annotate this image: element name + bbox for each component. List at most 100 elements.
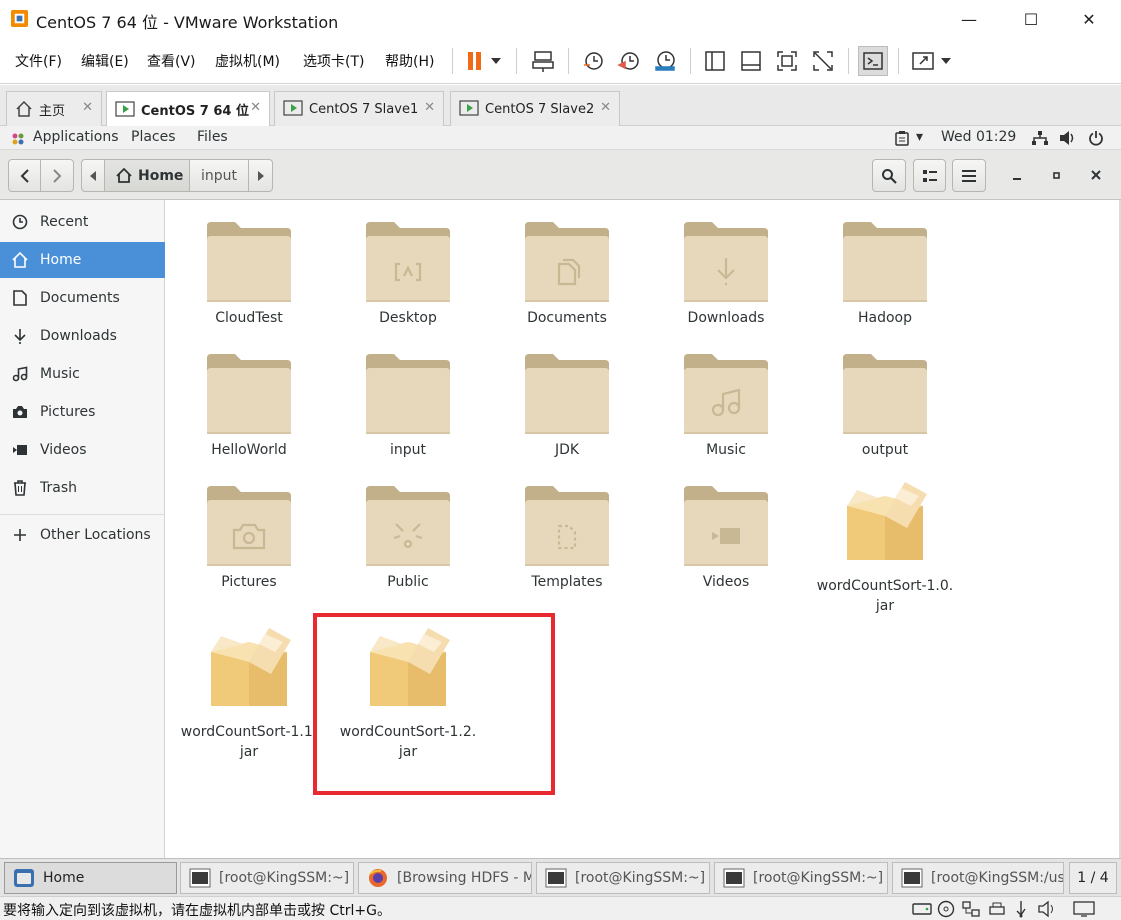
file-item[interactable]: wordCountSort-1.0. jar [810, 476, 960, 616]
folder-item[interactable]: Documents [492, 218, 642, 328]
power-icon[interactable] [1088, 130, 1104, 146]
sidebar-item-other-locations[interactable]: Other Locations [0, 517, 165, 553]
path-scroll-right-button[interactable] [248, 159, 273, 192]
full-screen-icon[interactable] [772, 46, 802, 76]
sidebar-item-documents[interactable]: Documents [0, 280, 165, 316]
menu-button[interactable] [952, 159, 986, 192]
stretch-guest-icon[interactable] [908, 46, 938, 76]
folder-item[interactable]: Music [651, 350, 801, 460]
usb-icon[interactable] [1013, 900, 1029, 918]
sidebar-item-downloads[interactable]: Downloads [0, 318, 165, 354]
revert-snapshot-icon[interactable] [614, 46, 644, 76]
folder-item[interactable]: Public [333, 482, 483, 592]
clipboard-dropdown-icon[interactable]: ▾ [916, 129, 923, 145]
maximize-button[interactable]: ☐ [1008, 0, 1054, 38]
stretch-dropdown-icon[interactable] [936, 46, 956, 76]
minimize-button[interactable]: — [946, 0, 992, 38]
menu-help[interactable]: 帮助(H) [385, 51, 434, 71]
sidebar-item-videos[interactable]: Videos [0, 432, 165, 468]
show-library-icon[interactable] [700, 46, 730, 76]
folder-item[interactable]: Desktop [333, 218, 483, 328]
file-name-label: Music [706, 442, 746, 458]
taskbar-item-firefox[interactable]: [Browsing HDFS - M... [358, 862, 532, 894]
folder-item[interactable]: JDK [492, 350, 642, 460]
forward-button[interactable] [40, 159, 74, 192]
close-window-button[interactable]: ✕ [1066, 0, 1112, 38]
snapshot-icon[interactable] [578, 46, 608, 76]
thumbnail-bar-icon[interactable] [736, 46, 766, 76]
tab-centos-7-slave2[interactable]: CentOS 7 Slave2 ✕ [450, 91, 620, 126]
folder-item[interactable]: Hadoop [810, 218, 960, 328]
taskbar-item-terminal[interactable]: [root@KingSSM:~] [180, 862, 354, 894]
folder-item[interactable]: Pictures [174, 482, 324, 592]
unity-icon[interactable] [808, 46, 838, 76]
network-icon[interactable] [1031, 130, 1049, 146]
tab-centos-7[interactable]: CentOS 7 64 位 ✕ [106, 91, 270, 127]
package-icon [211, 628, 291, 706]
search-button[interactable] [872, 159, 906, 192]
plus-icon [14, 529, 26, 541]
folder-item[interactable]: Downloads [651, 218, 801, 328]
window-close-button[interactable] [1087, 166, 1105, 184]
folder-item[interactable]: Videos [651, 482, 801, 592]
sidebar-item-recent[interactable]: Recent [0, 204, 165, 240]
window-maximize-button[interactable] [1047, 166, 1065, 184]
terminal-icon [545, 868, 567, 888]
folder-item[interactable]: output [810, 350, 960, 460]
clipboard-icon[interactable] [895, 131, 909, 146]
terminal-icon [723, 868, 745, 888]
cd-dvd-icon[interactable] [937, 900, 955, 918]
applications-menu[interactable]: Applications [33, 129, 119, 145]
path-segment: Home [138, 167, 184, 184]
files-menu[interactable]: Files [197, 129, 228, 145]
path-scroll-left-button[interactable] [81, 159, 105, 192]
sidebar-item-music[interactable]: Music [0, 356, 165, 392]
file-item[interactable]: wordCountSort-1.1. jar [174, 622, 324, 762]
clock[interactable]: Wed 01:29 [941, 129, 1016, 145]
folder-item[interactable]: CloudTest [174, 218, 324, 328]
close-icon[interactable]: ✕ [424, 100, 435, 115]
file-name-label: Public [387, 574, 429, 590]
folder-item[interactable]: Templates [492, 482, 642, 592]
path-home-button[interactable]: Home [104, 159, 190, 192]
taskbar-item-terminal[interactable]: [root@KingSSM:~] [536, 862, 710, 894]
close-icon[interactable]: ✕ [600, 100, 611, 115]
file-name-label: wordCountSort-1.0. jar [816, 578, 954, 614]
sidebar-item-pictures[interactable]: Pictures [0, 394, 165, 430]
path-input-button[interactable]: input [189, 159, 249, 192]
taskbar-item-home[interactable]: Home [4, 862, 177, 894]
volume-icon[interactable] [1059, 130, 1077, 146]
console-view-icon[interactable] [858, 46, 888, 76]
taskbar-item-terminal[interactable]: [root@KingSSM:/usr... [892, 862, 1064, 894]
file-name-label: HelloWorld [211, 442, 287, 458]
power-dropdown-icon[interactable] [486, 46, 506, 76]
folder-item[interactable]: input [333, 350, 483, 460]
menu-edit[interactable]: 编辑(E) [81, 51, 129, 71]
folder-item[interactable]: HelloWorld [174, 350, 324, 460]
workspace-switcher[interactable]: 1 / 4 [1069, 862, 1117, 894]
menu-file[interactable]: 文件(F) [15, 51, 62, 71]
close-icon[interactable]: ✕ [250, 100, 261, 115]
taskbar-item-label: [Browsing HDFS - M... [397, 870, 531, 886]
sound-card-icon[interactable] [1037, 900, 1057, 918]
printer-icon[interactable] [987, 901, 1007, 917]
display-icon[interactable] [1073, 900, 1095, 918]
view-mode-button[interactable] [913, 159, 946, 192]
close-icon[interactable]: ✕ [82, 100, 93, 115]
path-segment: input [200, 167, 237, 184]
taskbar-item-terminal[interactable]: [root@KingSSM:~] [714, 862, 888, 894]
places-menu[interactable]: Places [131, 129, 176, 145]
menu-view[interactable]: 查看(V) [147, 51, 196, 71]
sidebar-item-home[interactable]: Home [0, 242, 165, 278]
menu-tabs[interactable]: 选项卡(T) [303, 51, 364, 71]
hard-disk-icon[interactable] [912, 901, 932, 917]
tab-centos-7-slave1[interactable]: CentOS 7 Slave1 ✕ [274, 91, 444, 126]
send-keys-icon[interactable] [528, 46, 558, 76]
sidebar-item-trash[interactable]: Trash [0, 470, 165, 506]
window-minimize-button[interactable] [1008, 166, 1026, 184]
network-adapter-icon[interactable] [961, 900, 981, 918]
snapshot-manager-icon[interactable] [650, 46, 680, 76]
back-button[interactable] [8, 159, 41, 192]
tab-home[interactable]: 主页 ✕ [6, 91, 102, 126]
menu-vm[interactable]: 虚拟机(M) [215, 51, 280, 71]
